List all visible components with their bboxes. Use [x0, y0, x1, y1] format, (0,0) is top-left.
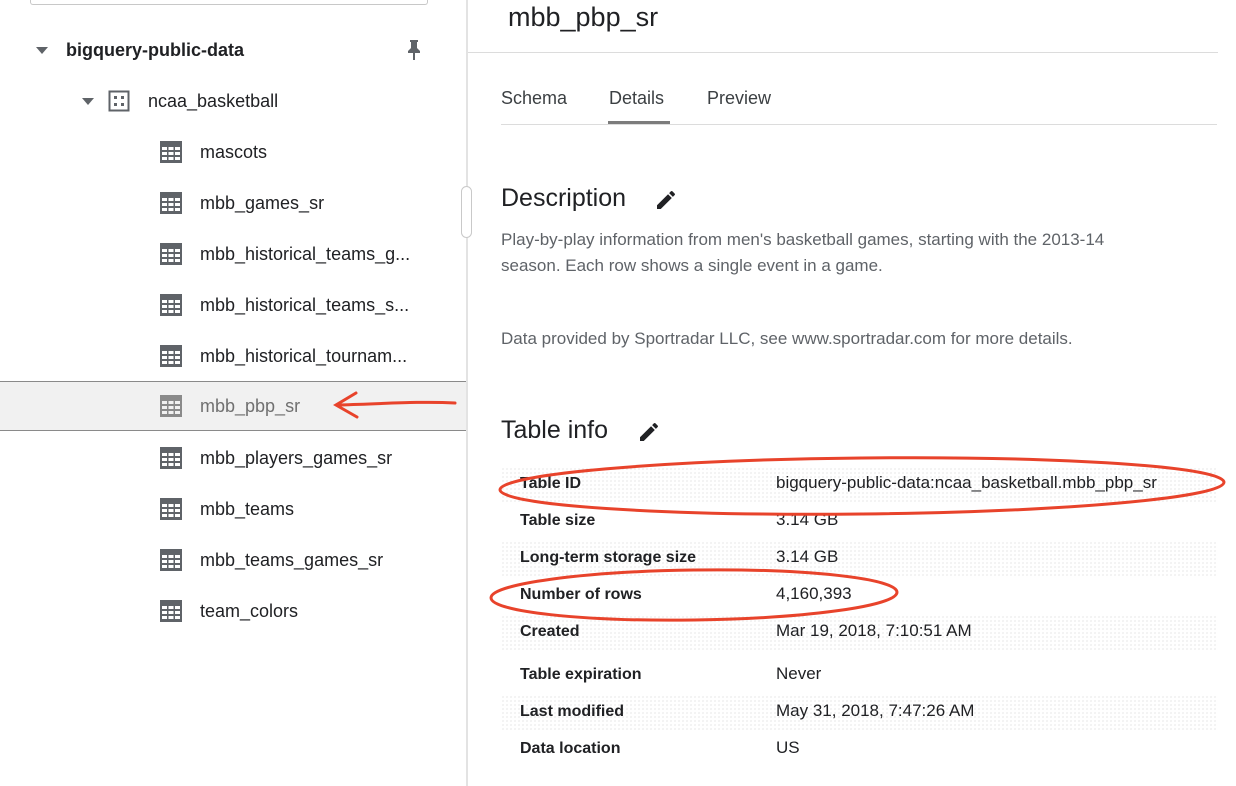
info-value: US [776, 738, 800, 757]
description-text-line-1: Play-by-play information from men's bask… [501, 230, 1105, 249]
description-heading: Description [501, 184, 627, 212]
info-row-last-modified: Last modified May 31, 2018, 7:47:26 AM [501, 695, 1217, 732]
edit-description-icon[interactable] [654, 188, 678, 212]
tree-item-table[interactable]: mbb_players_games_sr [0, 433, 466, 483]
table-label: mbb_teams [200, 498, 295, 519]
tree-item-table[interactable]: mbb_games_sr [0, 178, 466, 228]
project-label: bigquery-public-data [66, 39, 245, 60]
table-label: team_colors [200, 600, 299, 621]
table-icon [160, 243, 182, 265]
info-value: May 31, 2018, 7:47:26 AM [776, 701, 975, 720]
info-value: 4,160,393 [776, 584, 852, 603]
info-row-data-location: Data location US [501, 732, 1217, 769]
info-row-created: Created Mar 19, 2018, 7:10:51 AM [501, 615, 1217, 652]
tree-item-table[interactable]: mbb_historical_teams_s... [0, 280, 466, 330]
info-key: Last modified [520, 703, 625, 720]
divider [468, 52, 1218, 53]
tab-details[interactable]: Details [609, 88, 664, 109]
info-row-table-expiration: Table expiration Never [501, 658, 1217, 695]
info-key: Data location [520, 740, 621, 757]
pin-icon[interactable] [404, 39, 424, 66]
table-label: mbb_pbp_sr [200, 395, 301, 416]
tree-item-table[interactable]: mbb_teams [0, 484, 466, 534]
table-icon [160, 395, 182, 417]
tree-item-table[interactable]: team_colors [0, 586, 466, 636]
tree-item-table-selected[interactable]: mbb_pbp_sr [0, 381, 466, 431]
table-icon [160, 192, 182, 214]
info-row-number-of-rows: Number of rows 4,160,393 [501, 578, 1217, 615]
tree-item-dataset[interactable]: ncaa_basketball [0, 76, 466, 126]
tab-preview[interactable]: Preview [707, 88, 771, 109]
table-icon [160, 345, 182, 367]
table-icon [160, 600, 182, 622]
table-label: mbb_historical_teams_s... [200, 294, 410, 315]
tab-bar: Schema Details Preview [501, 84, 1217, 125]
caret-down-icon[interactable] [36, 46, 48, 54]
tree-item-project[interactable]: bigquery-public-data [0, 25, 466, 75]
info-key: Table ID [520, 475, 582, 492]
info-row-table-size: Table size 3.14 GB [501, 504, 1217, 541]
details-panel: mbb_pbp_sr Schema Details Preview Descri… [468, 0, 1236, 786]
tab-schema[interactable]: Schema [501, 88, 567, 109]
info-value: bigquery-public-data:ncaa_basketball.mbb… [776, 473, 1157, 492]
info-key: Long-term storage size [520, 549, 697, 566]
table-info-heading: Table info [501, 416, 609, 444]
info-row-table-id: Table ID bigquery-public-data:ncaa_baske… [501, 467, 1217, 504]
tree-item-table[interactable]: mascots [0, 127, 466, 177]
explorer-panel: bigquery-public-data ncaa_basketball mas… [0, 0, 466, 786]
caret-down-icon[interactable] [82, 97, 94, 105]
info-key: Created [520, 623, 580, 640]
dataset-icon [108, 90, 130, 112]
info-value: Mar 19, 2018, 7:10:51 AM [776, 621, 972, 640]
info-value: 3.14 GB [776, 547, 839, 566]
tree-item-table[interactable]: mbb_historical_teams_g... [0, 229, 466, 279]
info-value: Never [776, 664, 822, 683]
table-label: mbb_historical_tournam... [200, 345, 408, 366]
edit-table-info-icon[interactable] [637, 420, 661, 444]
info-key: Table size [520, 512, 596, 529]
table-label: mbb_games_sr [200, 192, 325, 213]
info-value: 3.14 GB [776, 510, 839, 529]
info-row-long-term-storage: Long-term storage size 3.14 GB [501, 541, 1217, 578]
table-icon [160, 447, 182, 469]
description-text-line-2: season. Each row shows a single event in… [501, 256, 883, 275]
table-label: mbb_players_games_sr [200, 447, 393, 468]
tree-item-table[interactable]: mbb_teams_games_sr [0, 535, 466, 585]
table-icon [160, 549, 182, 571]
active-tab-indicator [608, 121, 670, 124]
description-text-line-3: Data provided by Sportradar LLC, see www… [501, 329, 1073, 348]
search-input[interactable] [30, 0, 428, 5]
info-key: Table expiration [520, 666, 642, 683]
table-icon [160, 294, 182, 316]
table-label: mbb_historical_teams_g... [200, 243, 411, 264]
tree-item-table[interactable]: mbb_historical_tournam... [0, 331, 466, 381]
table-label: mbb_teams_games_sr [200, 549, 384, 570]
table-label: mascots [200, 141, 268, 162]
table-icon [160, 141, 182, 163]
table-icon [160, 498, 182, 520]
info-key: Number of rows [520, 586, 642, 603]
page-title: mbb_pbp_sr [508, 2, 659, 32]
dataset-label: ncaa_basketball [148, 90, 279, 111]
